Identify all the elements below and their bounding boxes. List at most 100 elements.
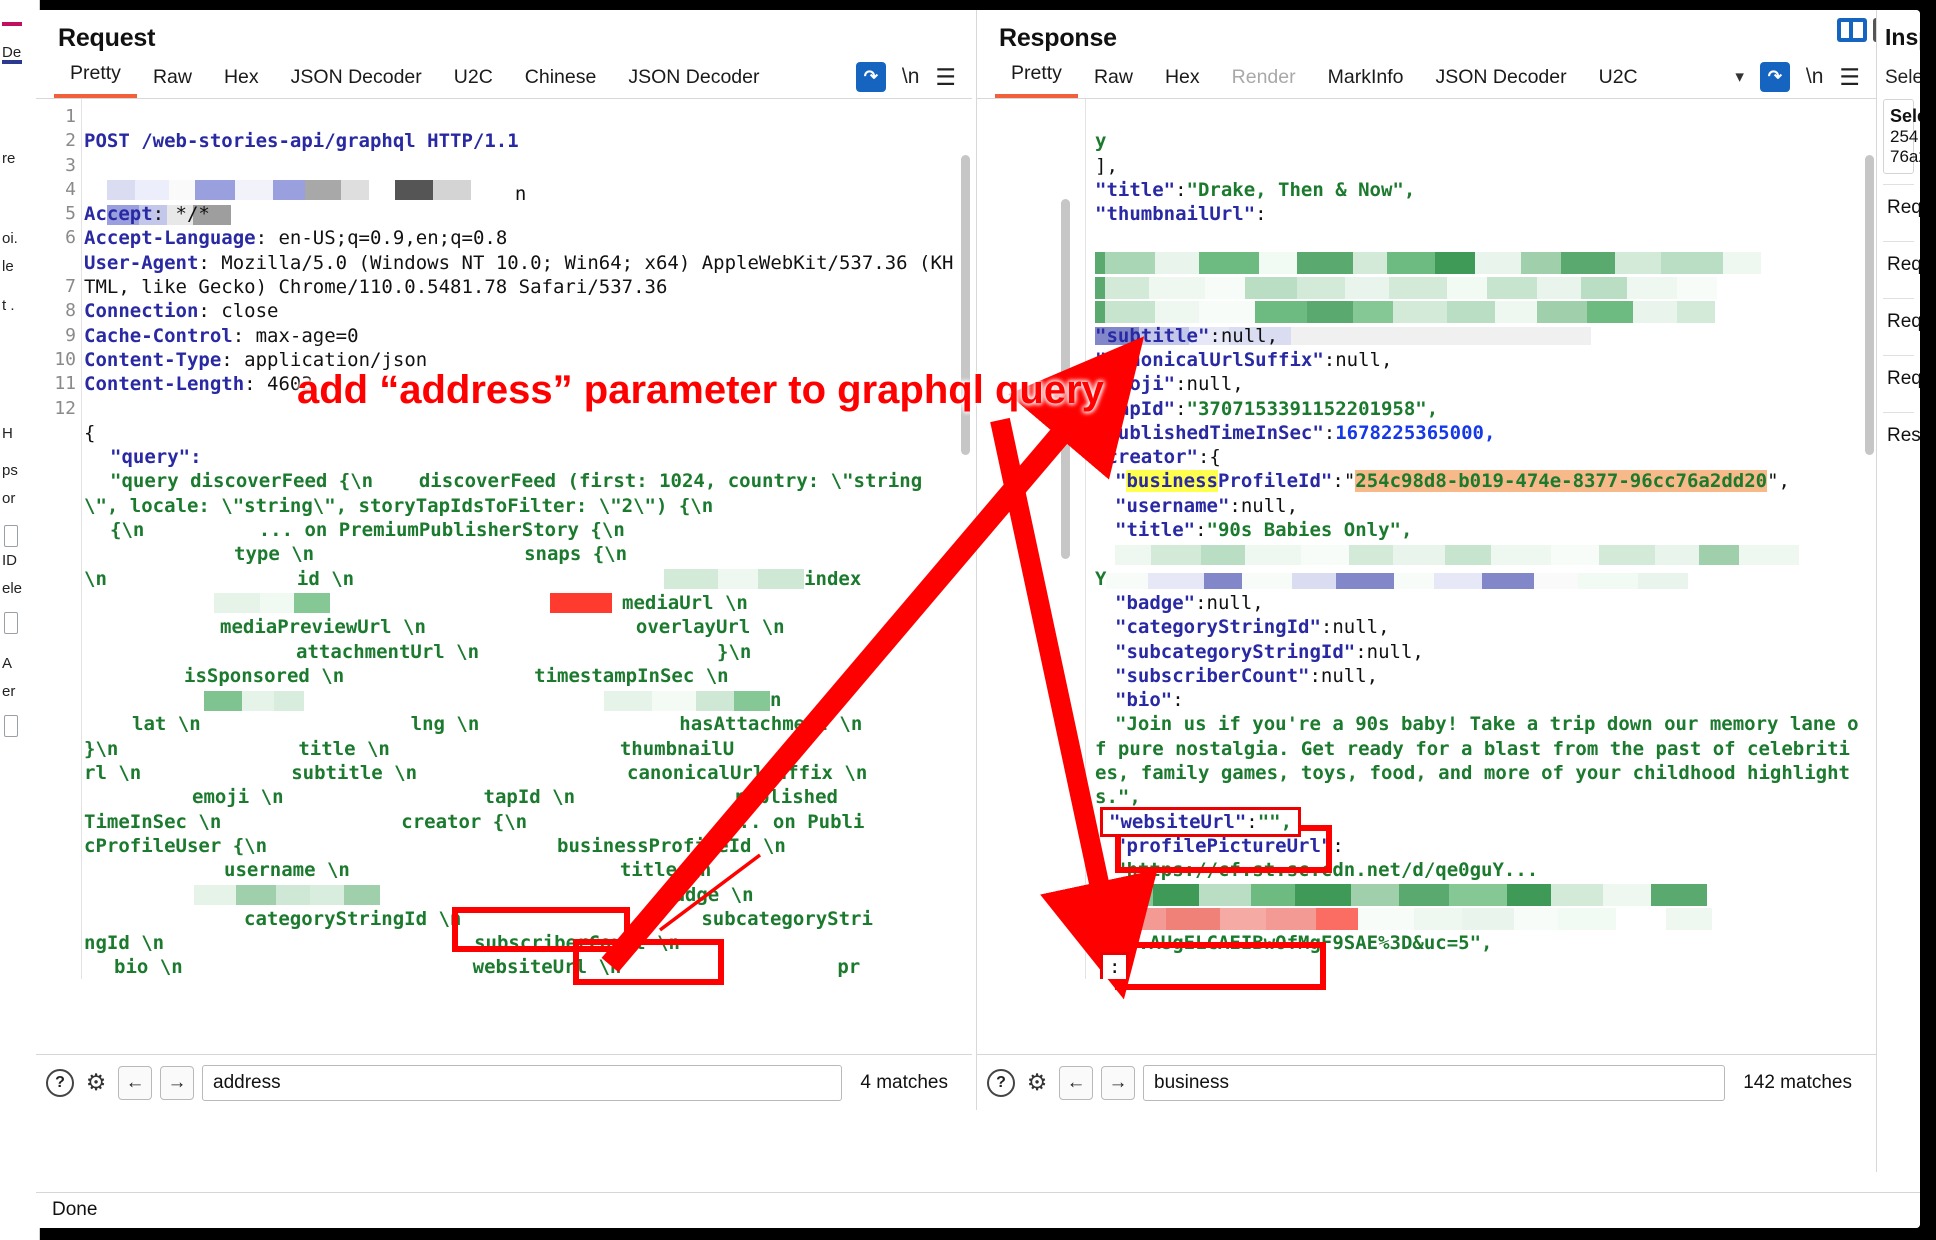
gql-field: overlayUrl \n <box>635 616 785 639</box>
tab-request-hex[interactable]: Hex <box>208 66 275 98</box>
gql-field: }\n <box>717 640 752 663</box>
tab-response-hex[interactable]: Hex <box>1149 66 1216 98</box>
request-header-name: Accept-Language <box>84 227 256 250</box>
menu-icon[interactable]: ☰ <box>1839 64 1860 91</box>
line-number: 11 <box>54 373 76 395</box>
menu-icon[interactable]: ☰ <box>935 64 956 91</box>
redacted-row <box>1115 544 1799 565</box>
gql-field: published <box>735 786 838 809</box>
request-header-value: en-US;q=0.9,en;q=0.8 <box>267 227 508 250</box>
inspector-subtitle: Selecti <box>1885 67 1920 88</box>
tab-response-pretty[interactable]: Pretty <box>995 62 1078 98</box>
gql-field-website-url: websiteUrl \n <box>472 956 622 979</box>
request-tab-icons: ↷ \n ☰ <box>855 62 972 98</box>
newline-icon[interactable]: \n <box>1806 65 1824 89</box>
search-next-button[interactable]: → <box>160 1065 194 1100</box>
tab-request-json-decoder-2[interactable]: JSON Decoder <box>612 66 775 98</box>
tab-request-raw[interactable]: Raw <box>137 66 208 98</box>
split-view-icon[interactable] <box>1837 18 1867 42</box>
inspector-row-response-1[interactable]: Respo <box>1883 412 1920 459</box>
inspector-row-request-3[interactable]: Reque <box>1883 298 1920 345</box>
tab-request-chinese[interactable]: Chinese <box>509 66 613 98</box>
request-line-gutter: 1 2 3 4 5 6 7 8 9 10 11 12 <box>36 99 82 979</box>
help-icon[interactable]: ? <box>987 1068 1015 1097</box>
tab-response-u2c[interactable]: U2C <box>1583 66 1654 98</box>
tab-request-pretty[interactable]: Pretty <box>54 62 137 98</box>
tab-request-json-decoder[interactable]: JSON Decoder <box>275 66 438 98</box>
json-key: "profilePictureUrl" <box>1115 834 1333 857</box>
response-match-count: 142 matches <box>1743 1071 1852 1093</box>
wrap-lines-icon[interactable]: ↷ <box>1759 62 1790 92</box>
inspector-row-request-4[interactable]: Reque <box>1883 355 1920 402</box>
json-value: null, <box>1186 373 1244 396</box>
search-prev-button[interactable]: ← <box>118 1065 152 1100</box>
search-next-button[interactable]: → <box>1101 1065 1135 1100</box>
tab-response-json-decoder[interactable]: JSON Decoder <box>1419 66 1582 98</box>
json-key: "title" <box>1095 178 1176 201</box>
chevron-down-icon[interactable]: ▾ <box>1735 67 1744 87</box>
response-left-scrollbar[interactable] <box>1061 199 1070 959</box>
request-match-count: 4 matches <box>860 1071 948 1093</box>
gql-field: TimeInSec \n <box>84 810 222 833</box>
request-code-text: POST /web-stories-api/graphql HTTP/1.1 n… <box>84 99 956 979</box>
line-number: 2 <box>65 130 76 152</box>
screenshot-root: De re oi. le t . H ps or ID ele A er Req… <box>0 0 1936 1240</box>
json-value: 1678225365000, <box>1335 421 1496 444</box>
json-value: "3707153391152201958", <box>1186 397 1439 420</box>
response-vertical-scrollbar[interactable] <box>1865 155 1874 975</box>
gql-field: {\n ... on PremiumPublisherStory {\n <box>110 519 625 542</box>
newline-icon[interactable]: \n <box>902 65 920 89</box>
sliver-text-1: re <box>2 150 16 167</box>
json-value: null, <box>1366 640 1424 663</box>
tab-response-raw[interactable]: Raw <box>1078 66 1149 98</box>
json-key: "username" <box>1115 494 1230 517</box>
help-icon[interactable]: ? <box>46 1068 74 1097</box>
response-code-area[interactable]: y ], "title": "Drake, Then & Now", "thumb… <box>977 99 1876 979</box>
request-search-input[interactable] <box>202 1064 843 1101</box>
request-vertical-scrollbar[interactable] <box>961 155 970 975</box>
response-json-text: y ], "title": "Drake, Then & Now", "thumb… <box>1095 99 1860 979</box>
json-value: "", <box>1257 810 1293 833</box>
redacted-row <box>1106 571 1689 590</box>
inspector-title: Inspe <box>1885 24 1920 50</box>
inspector-row-request-1[interactable]: Reque <box>1883 184 1920 231</box>
request-header-name: Connection <box>84 300 199 323</box>
wrap-lines-icon[interactable]: ↷ <box>855 62 886 92</box>
gql-field: lat \n <box>132 713 201 736</box>
line-number: 5 <box>65 203 76 225</box>
request-header-value: close <box>209 300 279 323</box>
gear-icon[interactable]: ⚙ <box>1023 1069 1051 1097</box>
gql-field: subcategoryStri <box>701 907 873 930</box>
json-key: "badge" <box>1115 591 1196 614</box>
request-header-name: Cache-Control <box>84 324 233 347</box>
json-key: "subcategoryStringId" <box>1115 640 1356 663</box>
request-search-bar: ? ⚙ ← → 4 matches <box>36 1054 972 1110</box>
line-number: 10 <box>54 348 76 370</box>
sliver-text-10: A <box>2 655 13 672</box>
response-search-input[interactable] <box>1143 1064 1726 1101</box>
gql-field: categoryStringId \n <box>244 907 462 930</box>
tab-response-markinfo[interactable]: MarkInfo <box>1312 66 1420 98</box>
address-highlight-box: : <box>1099 952 1130 979</box>
burp-window: Request Pretty Raw Hex JSON Decoder U2C … <box>36 10 1920 1228</box>
tab-response-render[interactable]: Render <box>1216 66 1312 98</box>
json-bio-value: "Join us if you're a 90s baby! Take a tr… <box>1095 713 1859 809</box>
gear-icon[interactable]: ⚙ <box>82 1069 110 1097</box>
sliver-text-5: H <box>2 425 13 442</box>
gql-field: snaps {\n <box>524 543 628 566</box>
sliver-text-11: er <box>2 683 16 700</box>
json-key: "thumbnailUrl" <box>1095 203 1256 226</box>
json-key: "bio" <box>1115 689 1173 712</box>
json-value: null, <box>1240 494 1299 517</box>
json-key-rest: ProfileId <box>1217 470 1321 493</box>
json-key: "title" <box>1115 519 1196 542</box>
gql-field: type \n <box>234 543 315 566</box>
gql-field: ngId \n <box>84 932 165 955</box>
request-code-area[interactable]: 1 2 3 4 5 6 7 8 9 10 11 12 POST /web-sto… <box>36 99 972 979</box>
inspector-row-request-2[interactable]: Reque <box>1883 241 1920 288</box>
redacted-frag <box>664 569 805 590</box>
tab-request-u2c[interactable]: U2C <box>438 66 509 98</box>
search-prev-button[interactable]: ← <box>1059 1065 1093 1100</box>
json-key: "subscriberCount" <box>1115 664 1310 687</box>
inspector-selection-card[interactable]: Selec 254 76a2 <box>1883 99 1920 174</box>
